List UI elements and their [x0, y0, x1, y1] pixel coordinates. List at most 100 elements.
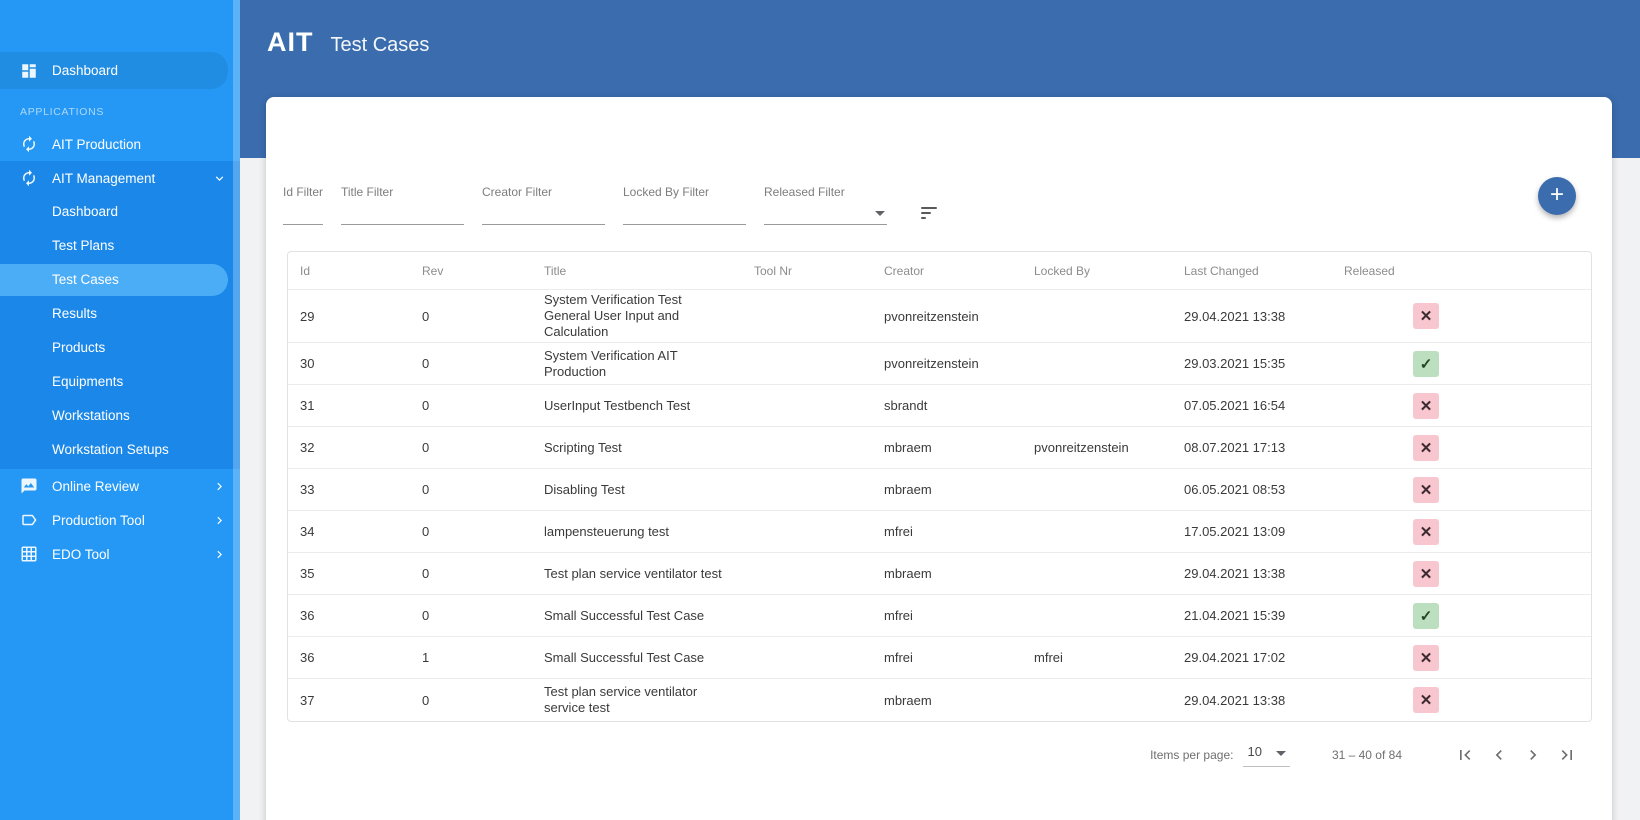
sidebar-item-equipments[interactable]: Equipments: [0, 365, 240, 399]
released-x-icon: ✕: [1413, 476, 1439, 503]
last-page-button[interactable]: [1550, 738, 1584, 772]
cell-creator: mfrei: [884, 524, 913, 539]
cell-id: 31: [300, 398, 315, 413]
table-row[interactable]: 30 0 System Verification AIT Production pvo…: [288, 343, 1591, 385]
table-row[interactable]: 37 0 Test plan service ventilator service …: [288, 679, 1591, 721]
next-page-button[interactable]: [1516, 738, 1550, 772]
page-range-label: 31 – 40 of 84: [1331, 748, 1402, 762]
cell-last-changed: 06.05.2021 08:53: [1184, 482, 1286, 497]
creator-filter-input[interactable]: [482, 206, 605, 224]
cell-released: ✕: [1332, 560, 1591, 587]
sidebar-item-workstation-setups[interactable]: Workstation Setups: [0, 433, 240, 467]
cell-title: Test plan service ventilator service tes…: [544, 684, 698, 715]
sidebar-item-label: Results: [52, 306, 98, 321]
released-x-icon: ✕: [1413, 303, 1439, 329]
main-area: AIT Test Cases Id Filter Title Filter Cr…: [240, 0, 1640, 820]
paginator: Items per page: 10 31 – 40 of 84: [266, 722, 1612, 772]
cell-last-changed: 29.04.2021 13:38: [1184, 308, 1286, 324]
cell-creator: mfrei: [884, 608, 913, 623]
cell-locked-by: mfrei: [1034, 650, 1063, 665]
column-header-tool-nr: Tool Nr: [754, 263, 793, 278]
cell-title: Test plan service ventilator test: [544, 565, 722, 581]
cell-creator: mbraem: [884, 566, 932, 581]
sidebar-item-workstations[interactable]: Workstations: [0, 399, 240, 433]
cell-released: ✓: [1332, 350, 1591, 377]
released-filter-label: Released Filter: [764, 185, 845, 199]
sidebar-item-online-review[interactable]: Online Review: [0, 469, 240, 503]
released-filter-select[interactable]: [764, 199, 887, 225]
released-x-icon: ✕: [1413, 644, 1439, 671]
first-page-button[interactable]: [1448, 738, 1482, 772]
sidebar-item-products[interactable]: Products: [0, 331, 240, 365]
cell-released: ✕: [1332, 644, 1591, 671]
sidebar-item-label: Workstation Setups: [52, 442, 169, 457]
sidebar-item-label: Dashboard: [52, 204, 119, 219]
sidebar-group-ait-management: AIT Management Dashboard Test Plans Test C…: [0, 161, 240, 469]
sidebar-item-label: EDO Tool: [52, 546, 110, 562]
cell-last-changed: 07.05.2021 16:54: [1184, 398, 1286, 413]
sidebar-section-label: APPLICATIONS: [20, 106, 105, 118]
cell-released: ✕: [1332, 476, 1591, 503]
sidebar-item-edo-tool[interactable]: EDO Tool: [0, 537, 240, 571]
sidebar-item-dashboard[interactable]: Dashboard: [0, 52, 240, 89]
table-body: 29 0 System Verification Test General User…: [288, 290, 1591, 721]
cell-rev: 0: [422, 692, 430, 708]
sidebar-item-label: Equipments: [52, 374, 124, 389]
locked-by-filter-input[interactable]: [623, 206, 746, 224]
cell-title: UserInput Testbench Test: [544, 397, 691, 413]
sidebar-item-results[interactable]: Results: [0, 297, 240, 331]
released-x-icon: ✕: [1413, 687, 1439, 713]
filter-list-icon[interactable]: [921, 207, 937, 219]
cell-id: 32: [300, 440, 315, 455]
test-cases-table: Id Rev Title Tool Nr Creator Locked By L…: [287, 251, 1592, 722]
table-row[interactable]: 32 0 Scripting Test mbraem pvonreitzenstein 0…: [288, 427, 1591, 469]
table-row[interactable]: 35 0 Test plan service ventilator test mbra…: [288, 553, 1591, 595]
sidebar-item-ait-production[interactable]: AIT Production: [0, 127, 240, 161]
cell-title: Disabling Test: [544, 481, 625, 497]
cell-rev: 0: [422, 398, 430, 413]
table-row[interactable]: 29 0 System Verification Test General User…: [288, 290, 1591, 343]
cell-creator: mbraem: [884, 440, 932, 455]
title-filter-input[interactable]: [341, 206, 464, 224]
chevron-down-icon: [215, 175, 224, 181]
app-root: Dashboard APPLICATIONS AIT Production AI…: [0, 0, 1640, 820]
sidebar-item-label: Test Plans: [52, 238, 115, 253]
previous-page-button[interactable]: [1482, 738, 1516, 772]
cell-id: 35: [300, 566, 315, 581]
sidebar-item-label: AIT Management: [52, 170, 156, 186]
sidebar: Dashboard APPLICATIONS AIT Production AI…: [0, 0, 240, 820]
released-filter-field: Released Filter: [764, 185, 887, 225]
table-row[interactable]: 36 1 Small Successful Test Case mfrei mfrei 2…: [288, 637, 1591, 679]
table-header-row: Id Rev Title Tool Nr Creator Locked By L…: [288, 252, 1591, 290]
sync-icon: [23, 135, 35, 153]
id-filter-input[interactable]: [283, 206, 323, 224]
sidebar-item-test-cases[interactable]: Test Cases: [0, 263, 240, 297]
released-x-icon: ✕: [1413, 518, 1439, 545]
page-title: Test Cases: [330, 34, 430, 56]
sidebar-item-test-plans[interactable]: Test Plans: [0, 229, 240, 263]
cell-id: 36: [300, 608, 315, 623]
chevron-right-icon: [217, 550, 222, 558]
column-header-creator: Creator: [884, 263, 925, 278]
sidebar-item-dashboard[interactable]: Dashboard: [0, 195, 240, 229]
id-filter-label: Id Filter: [283, 185, 324, 199]
add-test-case-button[interactable]: +: [1538, 177, 1576, 215]
cell-title: Scripting Test: [544, 439, 622, 455]
cell-rev: 0: [422, 566, 430, 581]
cell-id: 37: [300, 692, 315, 708]
cell-id: 36: [300, 650, 315, 665]
cell-rev: 0: [422, 608, 430, 623]
dropdown-caret-icon: [1275, 750, 1286, 756]
locked-by-filter-label: Locked By Filter: [623, 185, 710, 199]
items-per-page-value: 10: [1247, 743, 1262, 759]
table-row[interactable]: 36 0 Small Successful Test Case mfrei 21.04.…: [288, 595, 1591, 637]
table-row[interactable]: 33 0 Disabling Test mbraem 06.05.2021 08:53 ✕: [288, 469, 1591, 511]
title-filter-label: Title Filter: [341, 185, 394, 199]
table-row[interactable]: 34 0 lampensteuerung test mfrei 17.05.2021 1…: [288, 511, 1591, 553]
sidebar-item-ait-management[interactable]: AIT Management: [0, 161, 240, 195]
sidebar-item-production-tool[interactable]: Production Tool: [0, 503, 240, 537]
table-row[interactable]: 31 0 UserInput Testbench Test sbrandt 07.05.…: [288, 385, 1591, 427]
items-per-page-select[interactable]: 10: [1243, 743, 1290, 767]
creator-filter-label: Creator Filter: [482, 185, 553, 199]
cell-rev: 0: [422, 440, 430, 455]
